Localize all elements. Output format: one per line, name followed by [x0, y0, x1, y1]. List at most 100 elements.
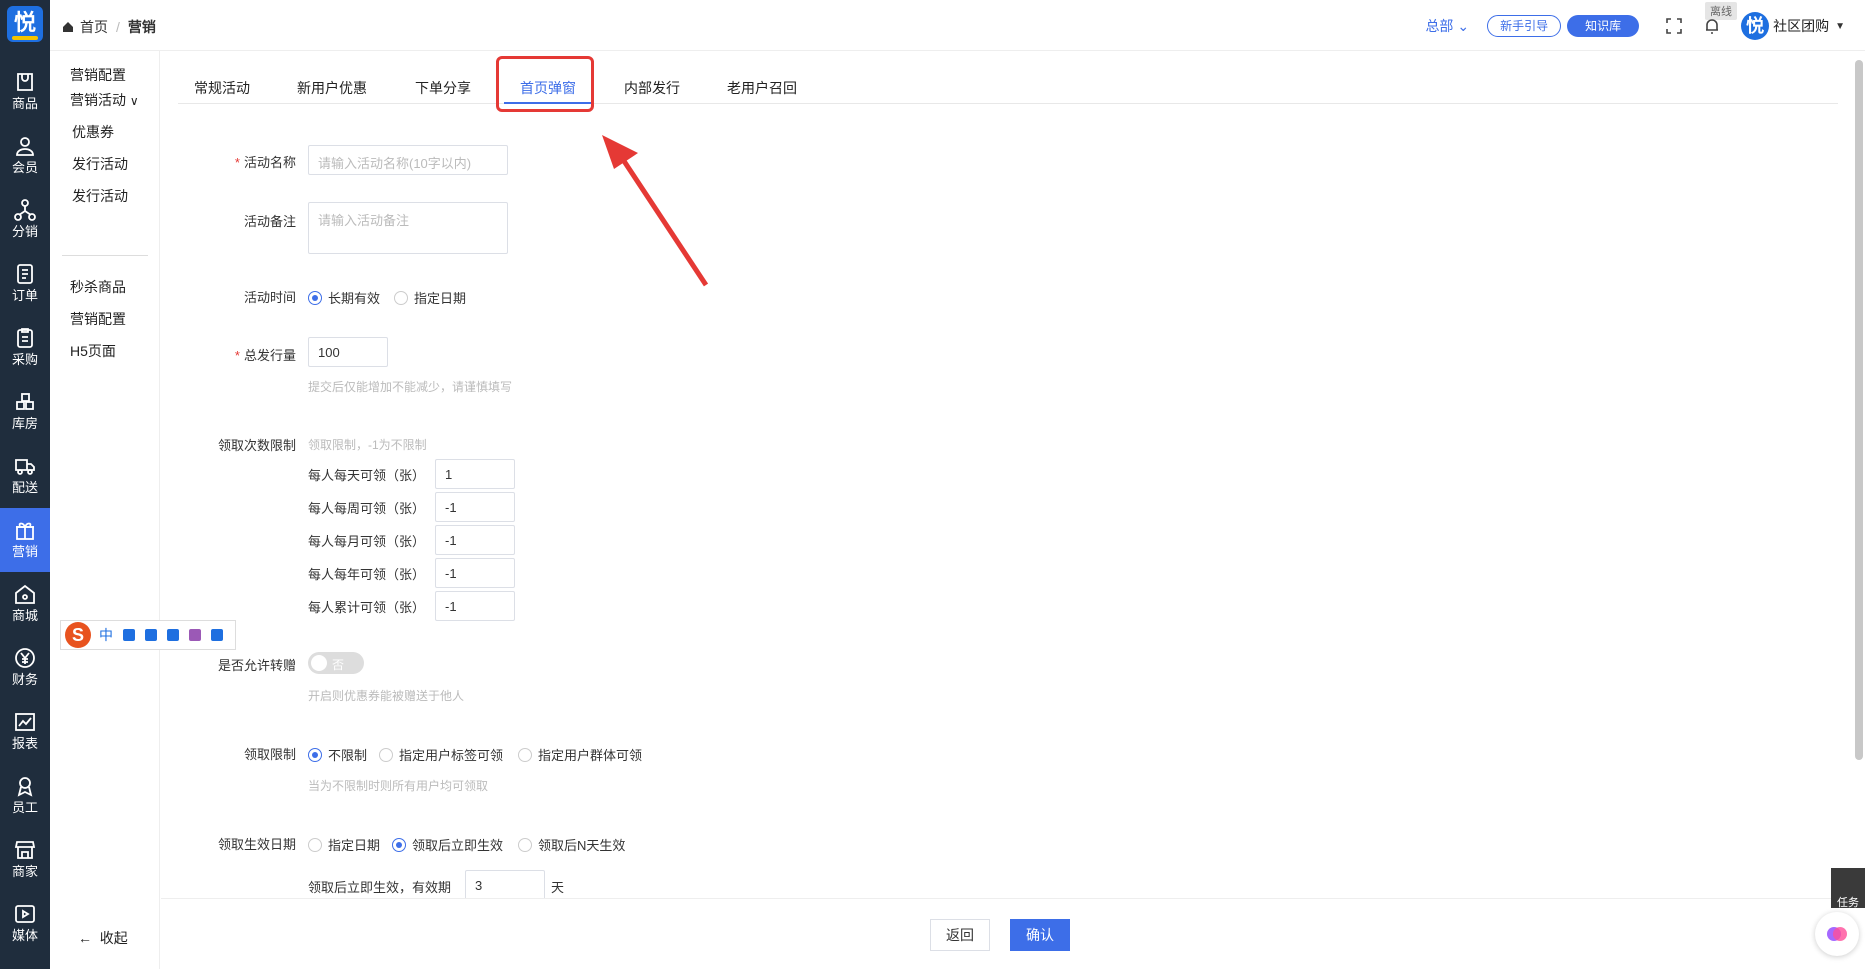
limit-per-year-label: 每人每年可领（张）: [308, 567, 426, 582]
store-icon: [14, 841, 36, 859]
allow-gift-label: 是否允许转赠: [217, 658, 296, 673]
rail-item-reports[interactable]: 报表: [0, 700, 50, 764]
vertical-scrollbar[interactable]: [1855, 60, 1863, 760]
gift-icon: [16, 522, 34, 540]
activity-remark-label: 活动备注: [243, 214, 296, 229]
tab-regular[interactable]: 常规活动: [194, 78, 250, 98]
subnav-flash-sale[interactable]: 秒杀商品: [70, 277, 126, 297]
task-corner-tab[interactable]: 任务: [1831, 868, 1865, 909]
rail-item-member[interactable]: 会员: [0, 124, 50, 188]
rail-label: 员工: [11, 800, 38, 815]
badge-icon: [17, 777, 33, 797]
guide-button[interactable]: 新手引导: [1487, 15, 1562, 37]
scope-radio-unlimited[interactable]: 不限制: [308, 745, 367, 764]
claim-scope-hint: 当为不限制时则所有用户均可领取: [308, 779, 489, 793]
top-header: 首页 / 营销 离线 总部 ⌄ 新手引导 知识库 悦 社区团购 ▼: [50, 0, 1865, 51]
limit-per-month-input[interactable]: -1: [435, 525, 515, 555]
scope-radio-user-group[interactable]: 指定用户群体可领: [518, 745, 642, 764]
subnav-marketing-config[interactable]: 营销配置: [70, 65, 126, 85]
scope-radio-user-tag[interactable]: 指定用户标签可领: [379, 745, 503, 764]
eff-radio-specific-date[interactable]: 指定日期: [308, 835, 380, 854]
limit-per-year-input[interactable]: -1: [435, 558, 515, 588]
rail-label: 分销: [11, 224, 38, 239]
activity-remark-textarea[interactable]: 请输入活动备注: [308, 202, 508, 254]
rail-item-staff[interactable]: 员工: [0, 764, 50, 828]
skin-icon[interactable]: [189, 629, 201, 641]
home-icon: [15, 584, 35, 604]
allow-gift-hint: 开启则优惠券能被赠送于他人: [308, 689, 465, 703]
claim-limit-label: 领取次数限制: [217, 438, 296, 453]
ime-toolbar[interactable]: S 中: [60, 620, 236, 650]
hq-dropdown[interactable]: 总部 ⌄: [1425, 16, 1469, 36]
subnav-coupon[interactable]: 优惠券: [72, 122, 114, 142]
limit-per-day-label: 每人每天可领（张）: [308, 468, 426, 483]
validity-days-input[interactable]: 3: [465, 870, 545, 900]
knowledge-base-button[interactable]: 知识库: [1567, 15, 1640, 37]
time-radio-long-term[interactable]: 长期有效: [308, 288, 380, 307]
rail-item-orders[interactable]: 订单: [0, 252, 50, 316]
limit-per-week-input[interactable]: -1: [435, 492, 515, 522]
limit-total-label: 每人累计可领（张）: [308, 600, 426, 615]
keyboard-icon[interactable]: [167, 629, 179, 641]
back-button[interactable]: 返回: [930, 919, 990, 951]
fullscreen-icon[interactable]: [1665, 17, 1683, 35]
rail-item-merchant[interactable]: 商家: [0, 828, 50, 892]
rail-item-purchase[interactable]: 采购: [0, 316, 50, 380]
chart-icon: [15, 713, 35, 731]
rail-item-distribution[interactable]: 分销: [0, 188, 50, 252]
breadcrumb-home[interactable]: 首页: [80, 19, 108, 35]
tab-order-share[interactable]: 下单分享: [415, 78, 471, 98]
rail-item-media[interactable]: 媒体: [0, 892, 50, 956]
limit-total-input[interactable]: -1: [435, 591, 515, 621]
total-issue-input[interactable]: 100: [308, 337, 388, 367]
rail-item-goods[interactable]: 商品: [0, 60, 50, 124]
rail-item-finance[interactable]: 财务: [0, 636, 50, 700]
bell-icon[interactable]: [1703, 17, 1721, 35]
avatar[interactable]: 悦: [1741, 12, 1770, 40]
rail-label: 报表: [11, 736, 38, 751]
rail-label: 商家: [11, 864, 38, 879]
tab-new-user[interactable]: 新用户优惠: [297, 78, 367, 98]
rail-item-marketing[interactable]: 营销: [0, 508, 50, 572]
time-radio-specific-date[interactable]: 指定日期: [394, 288, 466, 307]
app-logo[interactable]: 悦: [7, 6, 43, 42]
truck-icon: [15, 459, 35, 475]
tab-old-user-recall[interactable]: 老用户召回: [727, 78, 797, 98]
apps-icon[interactable]: [211, 629, 223, 641]
rail-label: 媒体: [11, 928, 38, 943]
tab-internal-issue[interactable]: 内部发行: [624, 78, 680, 98]
rail-item-delivery[interactable]: 配送: [0, 444, 50, 508]
yen-icon: [15, 648, 35, 668]
punctuation-icon[interactable]: [123, 629, 135, 641]
activity-name-input[interactable]: 请输入活动名称(10字以内): [308, 145, 508, 175]
rail-item-warehouse[interactable]: 库房: [0, 380, 50, 444]
eff-radio-immediate[interactable]: 领取后立即生效: [392, 835, 503, 854]
activity-name-label: * 活动名称: [234, 155, 296, 170]
subnav-issue-activity[interactable]: 发行活动: [72, 154, 128, 174]
microphone-icon[interactable]: [145, 629, 157, 641]
subnav-marketing-activities[interactable]: 营销活动 ∨: [70, 90, 139, 110]
rail-item-mall[interactable]: 商城: [0, 572, 50, 636]
rail-label: 配送: [11, 480, 38, 495]
rail-label: 库房: [11, 416, 38, 431]
home-icon: [63, 22, 73, 32]
rail-label: 财务: [11, 672, 38, 687]
logo-char: 悦: [13, 10, 36, 35]
subnav-issue-activity-2[interactable]: 发行活动: [72, 186, 128, 206]
caret-down-icon[interactable]: ▼: [1835, 21, 1845, 32]
chevron-down-icon: ∨: [129, 94, 139, 108]
collapse-button[interactable]: ← 收起: [78, 928, 128, 948]
subnav-marketing-config-2[interactable]: 营销配置: [70, 309, 126, 329]
subnav-h5-page[interactable]: H5页面: [70, 341, 116, 361]
limit-per-day-input[interactable]: 1: [435, 459, 515, 489]
confirm-button[interactable]: 确认: [1010, 919, 1070, 951]
annotation-highlight-box: [496, 56, 594, 112]
ime-lang[interactable]: 中: [99, 625, 113, 645]
document-icon: [17, 264, 33, 284]
allow-gift-toggle[interactable]: 否: [308, 652, 364, 674]
assistant-fab[interactable]: [1815, 912, 1859, 956]
rail-label: 商品: [11, 96, 38, 111]
eff-radio-after-n-days[interactable]: 领取后N天生效: [518, 835, 625, 854]
user-icon: [16, 137, 34, 156]
user-name[interactable]: 社区团购: [1773, 16, 1829, 36]
